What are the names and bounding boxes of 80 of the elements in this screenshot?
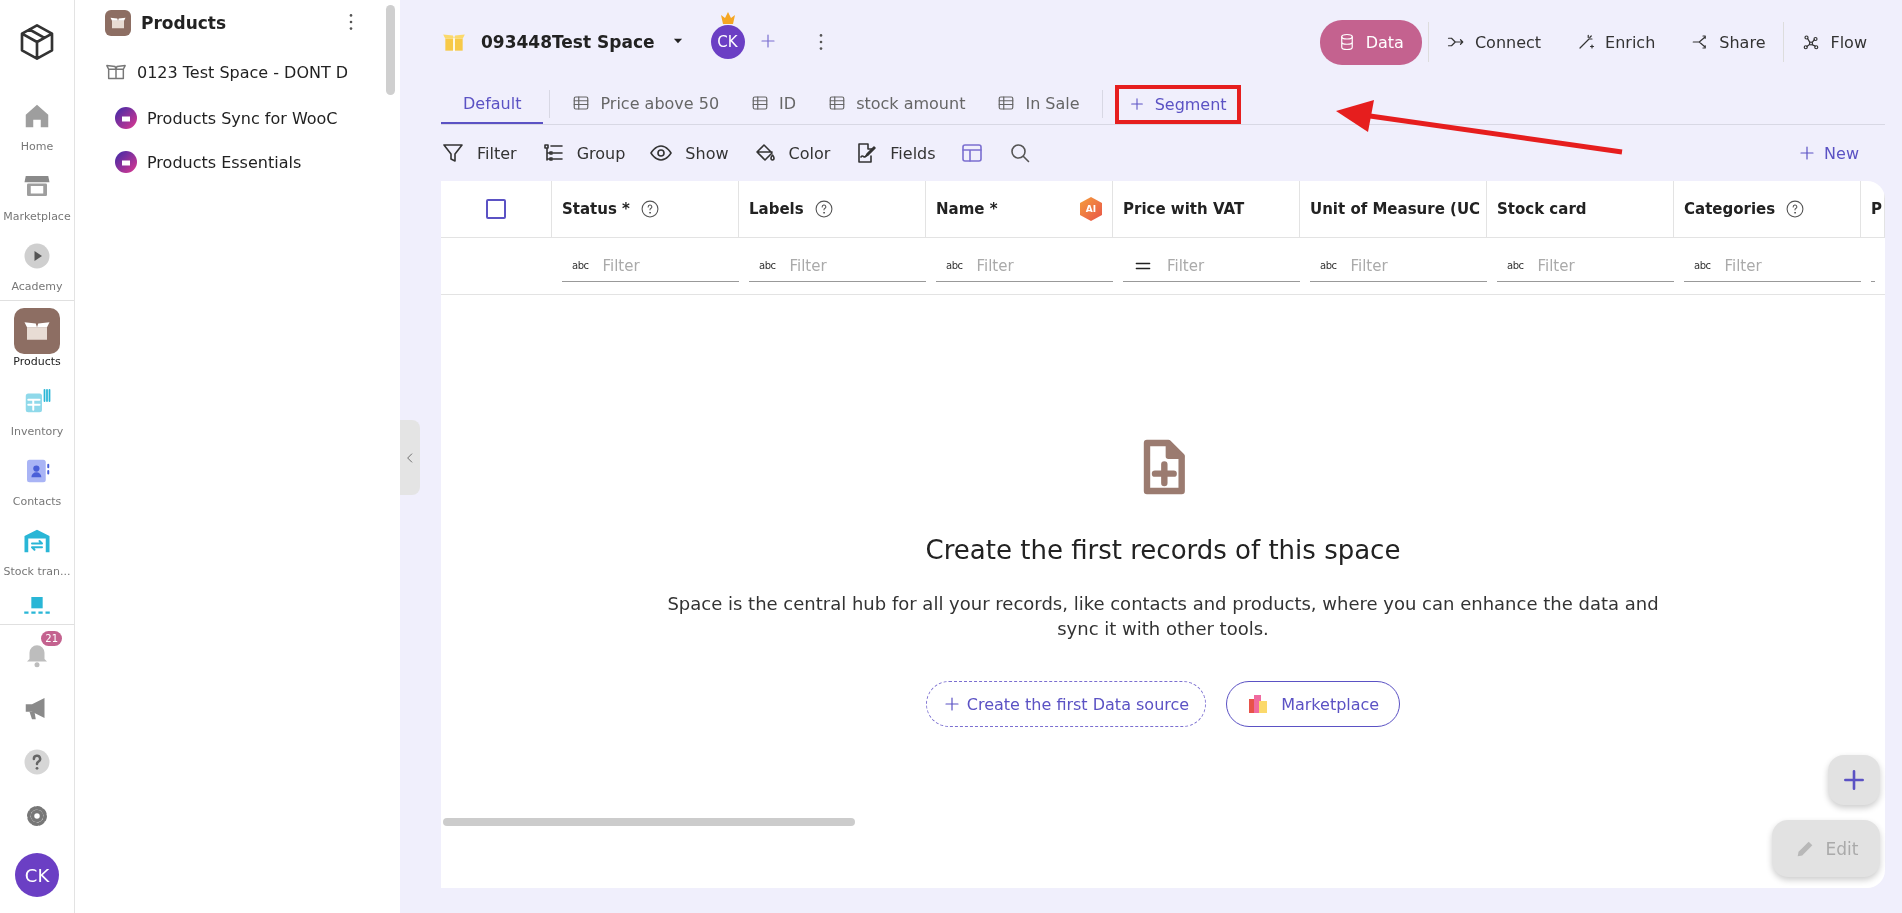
collapse-handle[interactable] xyxy=(400,420,420,495)
help-icon[interactable] xyxy=(639,199,660,219)
column-header[interactable]: Status * xyxy=(552,181,739,238)
scrollbar[interactable] xyxy=(386,5,395,95)
column-header[interactable]: Categories xyxy=(1674,181,1861,238)
text-type-icon: abc xyxy=(1694,260,1711,271)
filter-icon xyxy=(441,141,465,165)
column-header[interactable]: Stock card xyxy=(1487,181,1674,238)
header-action[interactable]: Connect xyxy=(1428,19,1560,65)
nav-item[interactable]: Inventory xyxy=(0,373,74,443)
text-type-icon: abc xyxy=(759,260,776,271)
segment-tab[interactable]: Default xyxy=(441,84,544,124)
nav-item[interactable]: Marketplace xyxy=(0,158,74,228)
header-action[interactable]: Share xyxy=(1673,19,1784,65)
network-icon xyxy=(1802,33,1821,51)
filter-input[interactable]: Filter xyxy=(1350,256,1487,275)
more-icon[interactable] xyxy=(349,14,353,30)
notification-badge: 21 xyxy=(41,631,62,646)
segment-tab[interactable]: ID xyxy=(735,84,813,124)
marketplace-button[interactable]: Marketplace xyxy=(1226,681,1401,728)
user-avatar[interactable]: CK xyxy=(15,853,59,897)
plus-icon xyxy=(1841,767,1867,793)
toolbar-button[interactable]: Filter xyxy=(441,141,541,165)
nav-item[interactable]: Products xyxy=(0,303,74,373)
column-header[interactable]: P xyxy=(1861,181,1885,238)
filter-input[interactable]: Filter xyxy=(789,256,926,275)
toolbar-button[interactable]: Color xyxy=(752,141,855,165)
column-header[interactable]: Name * AI xyxy=(926,181,1113,238)
play-icon xyxy=(22,241,52,271)
scrollbar[interactable] xyxy=(443,818,855,826)
tree-item[interactable]: Products Sync for WooC xyxy=(105,96,338,140)
segment-tab[interactable]: stock amount xyxy=(812,84,982,124)
crown-icon xyxy=(719,11,736,25)
filter-input[interactable]: Filter xyxy=(1724,256,1861,275)
table-icon xyxy=(572,94,591,112)
header-action[interactable]: Flow xyxy=(1784,19,1885,65)
select-all-checkbox[interactable] xyxy=(486,199,506,219)
table-icon xyxy=(997,94,1016,112)
new-button[interactable]: New xyxy=(1792,142,1865,164)
help-icon xyxy=(22,747,52,777)
empty-state-description: Space is the central hub for all your records, like contacts and products, where you can enhance the data and sync it with other tools. xyxy=(666,592,1660,642)
help-icon[interactable] xyxy=(813,199,834,219)
table-icon xyxy=(828,94,847,112)
more-icon[interactable] xyxy=(818,34,823,50)
text-type-icon: abc xyxy=(572,260,589,271)
toolbar-button[interactable]: Show xyxy=(649,141,753,165)
space-name: 093448Test Space xyxy=(481,32,655,52)
add-button[interactable] xyxy=(1828,755,1880,805)
blocks-icon xyxy=(1247,693,1270,716)
tree-item[interactable]: Products Essentials xyxy=(105,140,302,184)
toolbar-button[interactable]: Fields xyxy=(854,141,960,165)
segment-tab[interactable]: Price above 50 xyxy=(556,84,736,124)
filter-input[interactable]: Filter xyxy=(976,256,1113,275)
toolbar-button[interactable]: Group xyxy=(540,141,650,165)
shelf-icon xyxy=(22,597,52,614)
column-header[interactable]: Labels xyxy=(739,181,926,238)
filter-input[interactable]: Filter xyxy=(1537,256,1674,275)
table-icon xyxy=(751,94,770,112)
plus-icon xyxy=(1128,96,1145,112)
filter-input[interactable]: Filter xyxy=(602,256,739,275)
column-header[interactable]: Price with VAT xyxy=(1113,181,1300,238)
nav-item[interactable]: Stock tran... xyxy=(0,513,74,583)
empty-state-title: Create the first records of this space xyxy=(925,535,1401,565)
nav-item[interactable]: Contacts xyxy=(0,443,74,513)
header-action[interactable]: Data xyxy=(1319,19,1422,65)
help-icon[interactable] xyxy=(1785,199,1806,219)
text-type-icon: abc xyxy=(1507,260,1524,271)
header-action[interactable]: Enrich xyxy=(1559,19,1674,65)
sidebar-title: Products xyxy=(141,13,227,33)
text-type-icon: abc xyxy=(1320,260,1337,271)
add-segment-button[interactable]: Segment xyxy=(1124,88,1231,120)
nav-item[interactable]: Home xyxy=(0,88,74,158)
magic-wand-icon xyxy=(1577,33,1596,51)
filter-input[interactable]: Filter xyxy=(1167,256,1300,275)
tree-item[interactable]: 0123 Test Space - DONT D xyxy=(105,48,349,96)
segment-tab[interactable]: In Sale xyxy=(981,84,1096,124)
text-type-icon: abc xyxy=(946,260,963,271)
column-header[interactable]: Unit of Measure (UC xyxy=(1300,181,1487,238)
nav-item[interactable]: Academy xyxy=(0,228,74,298)
ai-badge: AI xyxy=(1080,197,1102,221)
